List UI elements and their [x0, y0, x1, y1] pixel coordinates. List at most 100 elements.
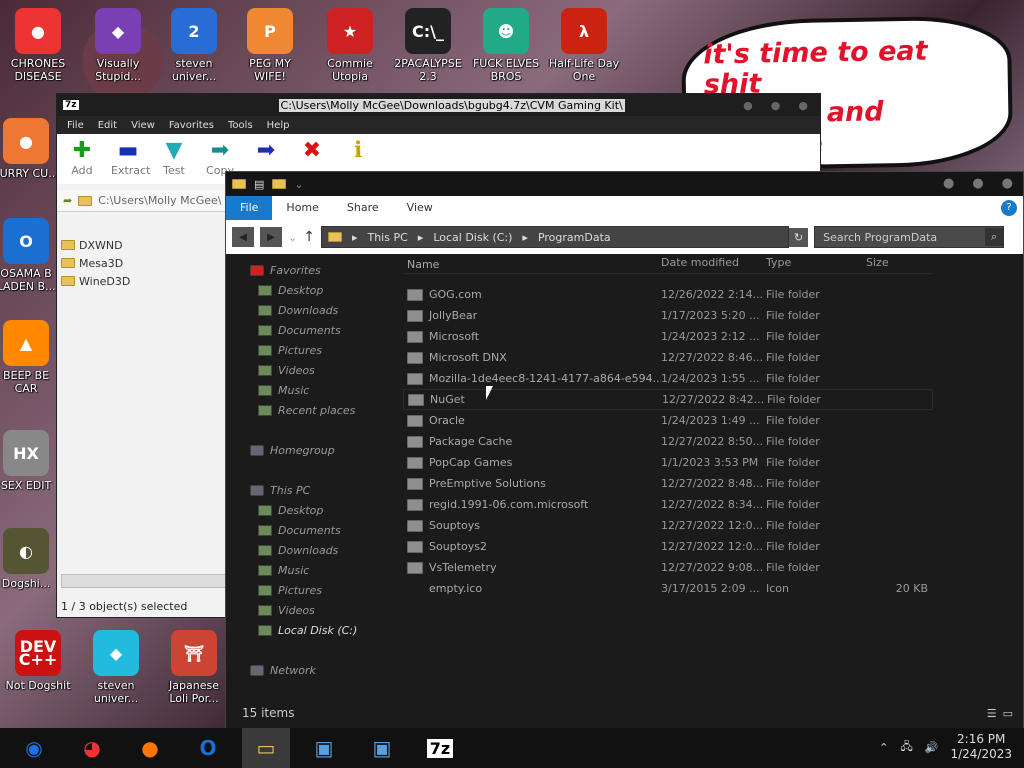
- desktop-icon[interactable]: λ Half-Life Day One: [548, 8, 620, 83]
- horizontal-scrollbar[interactable]: [61, 574, 226, 588]
- nav-item[interactable]: Desktop: [226, 500, 396, 520]
- nav-item[interactable]: This PC: [226, 480, 396, 500]
- desktop-icon[interactable]: ★ Commie Utopia: [314, 8, 386, 83]
- table-row[interactable]: VsTelemetry 12/27/2022 9:08... File folder: [403, 557, 933, 578]
- taskbar-button-obama[interactable]: O: [184, 728, 232, 768]
- taskbar-button-explorer[interactable]: ▭: [242, 728, 290, 768]
- toolbar-button[interactable]: ▼ Test: [157, 138, 191, 180]
- table-row[interactable]: Mozilla-1de4eec8-1241-4177-a864-e594... 1…: [403, 368, 933, 389]
- table-row[interactable]: regid.1991-06.com.microsoft 12/27/2022 8:…: [403, 494, 933, 515]
- volume-icon[interactable]: 🔊: [925, 741, 939, 754]
- table-row[interactable]: Package Cache 12/27/2022 8:50... File fold…: [403, 431, 933, 452]
- table-row[interactable]: Souptoys2 12/27/2022 12:0... File folder: [403, 536, 933, 557]
- chevron-up-icon[interactable]: ⌃: [879, 741, 888, 754]
- desktop-icon[interactable]: O OSAMA B LADEN B...: [0, 218, 62, 293]
- nav-item[interactable]: Homegroup: [226, 440, 396, 460]
- menu-item[interactable]: Help: [267, 120, 290, 131]
- desktop-icon[interactable]: ● CHRONES DISEASE: [2, 8, 74, 83]
- nav-item[interactable]: Favorites: [226, 260, 396, 280]
- search-icon[interactable]: ⌕: [985, 228, 1004, 246]
- large-icons-view-icon[interactable]: ▭: [1003, 707, 1013, 720]
- desktop-icon[interactable]: ◆ Visually Stupid...: [82, 8, 154, 83]
- list-item[interactable]: DXWND: [61, 236, 226, 254]
- chevron-right-icon[interactable]: ▸: [418, 231, 424, 244]
- chevron-right-icon[interactable]: ▸: [352, 231, 358, 244]
- close-icon[interactable]: ●: [798, 99, 808, 112]
- menu-item[interactable]: Edit: [98, 120, 117, 131]
- sevenzip-address-bar[interactable]: ➦ C:\Users\Molly McGee\: [57, 190, 227, 212]
- sevenzip-titlebar[interactable]: 7z C:\Users\Molly McGee\Downloads\bgubg4…: [57, 94, 820, 116]
- minimize-icon[interactable]: ●: [743, 99, 753, 112]
- details-view-icon[interactable]: ☰: [987, 707, 997, 720]
- desktop-icon[interactable]: HX SEX EDIT: [0, 430, 62, 492]
- chevron-down-icon[interactable]: ⌄: [288, 231, 297, 244]
- folder-up-icon[interactable]: ➦: [63, 194, 72, 207]
- help-icon[interactable]: ?: [1001, 200, 1017, 216]
- breadcrumb-item[interactable]: Local Disk (C:): [433, 231, 512, 244]
- table-row[interactable]: JollyBear 1/17/2023 5:20 ... File folder: [403, 305, 933, 326]
- nav-item[interactable]: Local Disk (C:): [226, 620, 396, 640]
- maximize-icon[interactable]: ●: [771, 99, 781, 112]
- breadcrumb[interactable]: ▸ This PC ▸ Local Disk (C:) ▸ ProgramData: [320, 226, 789, 248]
- forward-button[interactable]: ▶: [260, 227, 282, 247]
- desktop-icon[interactable]: ▲ BEEP BE CAR: [0, 320, 62, 395]
- taskbar-button-chrome[interactable]: ◕: [68, 728, 116, 768]
- explorer-titlebar[interactable]: ▤ ⌄: [226, 172, 1023, 196]
- desktop-icon[interactable]: DEV C++ Not Dogshit: [2, 630, 74, 692]
- breadcrumb-item[interactable]: ProgramData: [538, 231, 611, 244]
- taskbar-button-taskbar-app-1[interactable]: ◉: [10, 728, 58, 768]
- nav-item[interactable]: Videos: [226, 360, 396, 380]
- table-row[interactable]: Souptoys 12/27/2022 12:0... File folder: [403, 515, 933, 536]
- properties-icon[interactable]: ▤: [254, 178, 264, 191]
- chevron-down-icon[interactable]: ⌄: [294, 178, 303, 191]
- column-header[interactable]: Date modified: [661, 256, 766, 273]
- table-row[interactable]: GOG.com 12/26/2022 2:14... File folder: [403, 284, 933, 305]
- toolbar-button[interactable]: ▬ Extract: [111, 138, 150, 180]
- desktop-icon[interactable]: ◆ steven univer...: [80, 630, 152, 705]
- column-header[interactable]: Type: [766, 256, 866, 273]
- ribbon-tab[interactable]: File: [226, 196, 273, 220]
- menu-item[interactable]: File: [67, 120, 84, 131]
- column-header[interactable]: Name: [403, 256, 661, 273]
- table-row[interactable]: Oracle 1/24/2023 1:49 ... File folder: [403, 410, 933, 431]
- menu-item[interactable]: Tools: [228, 120, 253, 131]
- ribbon-tab[interactable]: View: [393, 196, 447, 220]
- desktop-icon[interactable]: ◐ Dogshi...: [0, 528, 62, 590]
- table-row[interactable]: PreEmptive Solutions 12/27/2022 8:48... Fi…: [403, 473, 933, 494]
- taskbar-button-7zip[interactable]: 7z: [416, 728, 464, 768]
- nav-item[interactable]: Pictures: [226, 580, 396, 600]
- list-item[interactable]: Mesa3D: [61, 254, 226, 272]
- search-input[interactable]: Search ProgramData ⌕: [814, 226, 1005, 248]
- maximize-icon[interactable]: ●: [972, 176, 983, 191]
- new-folder-icon[interactable]: [272, 179, 287, 189]
- menu-item[interactable]: Favorites: [169, 120, 214, 131]
- taskbar-button-installer-2[interactable]: ▣: [358, 728, 406, 768]
- desktop-icon[interactable]: 2 steven univer...: [158, 8, 230, 83]
- nav-item[interactable]: Documents: [226, 320, 396, 340]
- nav-item[interactable]: Pictures: [226, 340, 396, 360]
- table-row[interactable]: empty.ico 3/17/2015 2:09 ... Icon 20 KB: [403, 578, 933, 599]
- column-header[interactable]: Size: [866, 256, 928, 273]
- minimize-icon[interactable]: ●: [943, 176, 954, 191]
- list-item[interactable]: WineD3D: [61, 272, 226, 290]
- nav-item[interactable]: Downloads: [226, 540, 396, 560]
- nav-item[interactable]: Videos: [226, 600, 396, 620]
- up-arrow-icon[interactable]: ↑: [303, 229, 315, 245]
- desktop-icon[interactable]: ☻ FUCK ELVES BROS: [470, 8, 542, 83]
- taskbar-button-installer-1[interactable]: ▣: [300, 728, 348, 768]
- network-icon[interactable]: 🖧: [901, 738, 913, 757]
- table-row[interactable]: PopCap Games 1/1/2023 3:53 PM File folder: [403, 452, 933, 473]
- desktop-icon[interactable]: P PEG MY WIFE!: [234, 8, 306, 83]
- nav-item[interactable]: Desktop: [226, 280, 396, 300]
- breadcrumb-item[interactable]: This PC: [367, 231, 407, 244]
- ribbon-tab[interactable]: Home: [272, 196, 332, 220]
- desktop-icon[interactable]: ⛩ Japanese Loli Por...: [158, 630, 230, 705]
- nav-item[interactable]: Recent places: [226, 400, 396, 420]
- ribbon-tab[interactable]: Share: [333, 196, 393, 220]
- nav-item[interactable]: Downloads: [226, 300, 396, 320]
- menu-item[interactable]: View: [131, 120, 155, 131]
- desktop-icon[interactable]: ● FURRY CU...: [0, 118, 62, 180]
- desktop-icon[interactable]: C:\_ 2PACALYPSE 2.3: [392, 8, 464, 83]
- table-row[interactable]: NuGet 12/27/2022 8:42... File folder: [403, 389, 933, 410]
- nav-item[interactable]: Music: [226, 560, 396, 580]
